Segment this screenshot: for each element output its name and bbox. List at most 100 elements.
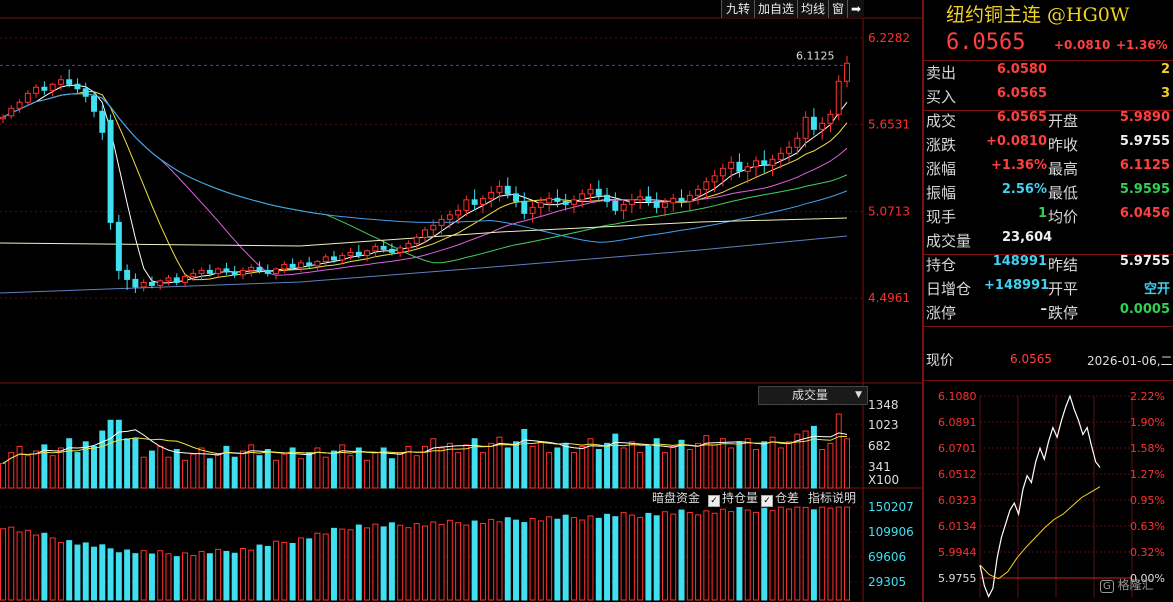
oi-bar	[488, 518, 495, 601]
checkbox-icon[interactable]: ✓	[708, 495, 720, 507]
volume-bar	[132, 438, 139, 489]
oi-bar	[570, 517, 577, 601]
candle-body	[711, 175, 718, 183]
oi-bar	[430, 521, 437, 601]
bid-label: 买入	[926, 88, 957, 106]
candle-body	[513, 193, 520, 202]
mini-pct-tick: 0.32%	[1130, 546, 1165, 559]
intraday-mini-chart[interactable]: 6.1080 2.22% 6.0891 1.90% 6.0701 1.58% 6.0512 1…	[924, 382, 1173, 602]
candle-body	[231, 271, 238, 276]
checkbox-icon[interactable]: ✓	[761, 495, 773, 507]
oi-bar	[8, 526, 15, 601]
volume-bar	[479, 452, 486, 489]
volume-bar	[810, 425, 817, 489]
volume-bar	[430, 438, 437, 489]
mini-price-tick: 6.0512	[938, 468, 977, 481]
oi-bar	[711, 512, 718, 601]
volume-bar	[844, 438, 850, 489]
oi-bar	[645, 512, 652, 601]
candle-body	[777, 152, 784, 160]
candle-body	[206, 269, 213, 274]
candle-body	[223, 268, 230, 273]
oi-bar	[33, 534, 40, 601]
position-stat-label: 持仓	[926, 256, 957, 274]
candle-body	[488, 191, 495, 199]
oi-bar	[802, 506, 809, 601]
oi-bar	[182, 552, 189, 601]
mini-price-tick: 6.0701	[938, 442, 977, 455]
ask-label: 卖出	[926, 64, 957, 82]
dark-pool-toggle[interactable]: 暗盘资金	[652, 490, 700, 506]
oi-change-toggle[interactable]: ✓ 仓差	[761, 490, 799, 507]
quote-stat-value: 1	[1037, 206, 1047, 221]
quote-stat-value: +1.36%	[991, 158, 1047, 173]
candle-body	[380, 245, 387, 250]
oi-bar	[413, 523, 420, 601]
oi-bar	[74, 544, 81, 601]
quote-stat-value: 6.0456	[1119, 206, 1170, 221]
quote-stat-value: 5.9755	[1119, 134, 1170, 149]
oi-bar	[165, 553, 172, 601]
volume-bar	[761, 441, 768, 489]
volume-bar	[57, 447, 64, 489]
indicator-help-button[interactable]: 指标说明	[808, 490, 856, 506]
volume-indicator-select[interactable]: 成交量 ▼	[758, 386, 868, 405]
oi-bar	[678, 509, 685, 601]
mini-price-tick: 6.0323	[938, 494, 977, 507]
oi-bar	[397, 524, 404, 601]
volume-label: 成交量	[926, 232, 972, 250]
position-stat-value: +148991	[984, 278, 1050, 293]
ma10-line	[2, 90, 848, 281]
volume-bar	[140, 456, 147, 489]
nine-turn-button[interactable]: 九转	[721, 0, 754, 18]
volume-bar	[546, 452, 553, 489]
volume-bar	[695, 442, 702, 489]
candle-body	[339, 254, 346, 261]
add-watchlist-button[interactable]: 加自选	[754, 0, 797, 18]
candle-body	[99, 110, 106, 133]
open-interest-toggle[interactable]: ✓ 持仓量	[708, 490, 758, 507]
candle-body	[744, 166, 751, 172]
kline-svg[interactable]: 6.2282 5.6531 5.0713 4.4961 6.1125 1348 1023 68…	[0, 0, 922, 602]
candle-body	[347, 251, 354, 256]
candle-body	[355, 251, 362, 256]
candle-body	[546, 197, 553, 204]
oi-bar	[388, 522, 395, 601]
oi-bar	[455, 522, 462, 601]
quote-stat-row: 成交 6.0565 开盘 5.9890	[924, 110, 1173, 134]
oi-bar	[628, 514, 635, 601]
quote-date: 2026-01-06,二	[1087, 354, 1173, 368]
oi-bar	[157, 550, 164, 601]
window-button[interactable]: 窗	[828, 0, 847, 18]
candle-body	[529, 206, 536, 214]
volume-bar	[74, 452, 81, 489]
position-stat-row: 涨停 – 跌停 0.0005	[924, 302, 1173, 326]
export-icon[interactable]: ➡	[847, 0, 864, 18]
volume-bar	[165, 456, 172, 489]
volume-bar	[686, 449, 693, 489]
oi-bar	[173, 556, 180, 601]
volume-bar	[819, 449, 826, 489]
kline-chart-area[interactable]: 6.2282 5.6531 5.0713 4.4961 6.1125 1348 1023 68…	[0, 0, 922, 602]
candle-body	[388, 248, 395, 253]
volume-tick-label: 682	[868, 439, 891, 453]
oi-bar	[248, 549, 255, 601]
oi-bar	[736, 507, 743, 601]
candle-body	[66, 79, 73, 85]
ask-price: 6.0580	[996, 62, 1047, 77]
volume-bar	[231, 456, 238, 489]
moving-average-button[interactable]: 均线	[797, 0, 828, 18]
candle-body	[504, 185, 511, 195]
volume-bar	[190, 453, 197, 489]
oi-bar	[786, 508, 793, 601]
mini-price-tick: 5.9944	[938, 546, 977, 559]
volume-bar	[562, 442, 569, 489]
volume-bar	[347, 455, 354, 489]
candle-body	[835, 80, 842, 115]
volume-row: 成交量 23,604	[924, 230, 1173, 254]
oi-bar	[496, 521, 503, 601]
candle-body	[736, 161, 743, 172]
volume-bar	[446, 442, 453, 489]
candle-body	[678, 197, 685, 202]
candle-body	[157, 280, 164, 286]
